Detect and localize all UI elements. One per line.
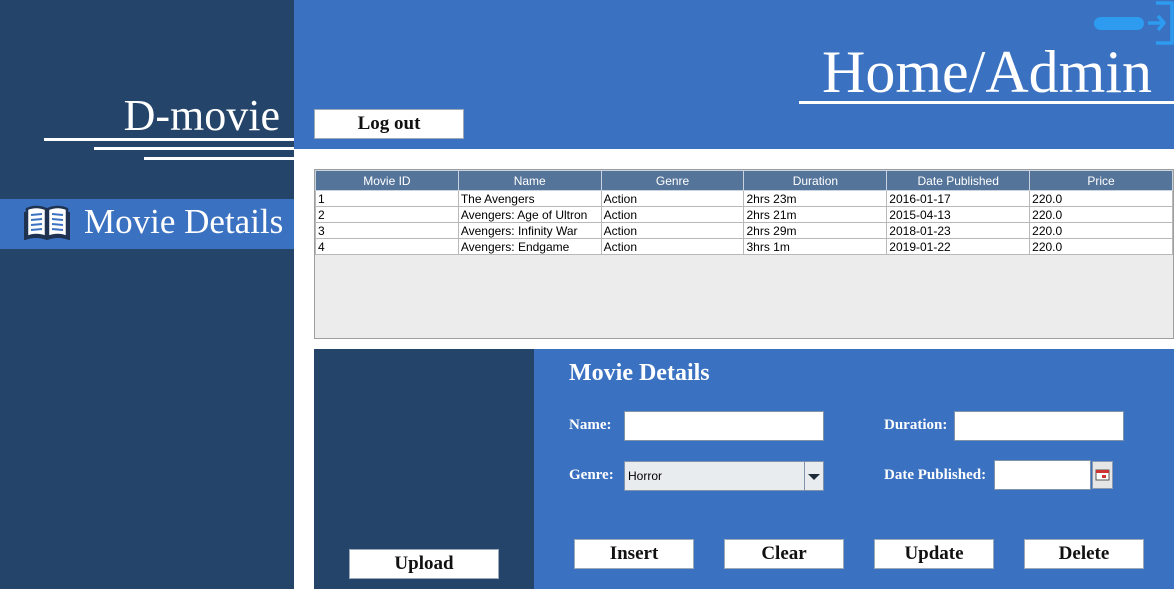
insert-button[interactable]: Insert [574, 539, 694, 569]
title-underline [799, 101, 1174, 104]
table-cell: Action [600, 238, 745, 255]
table-cell: 220.0 [1029, 222, 1173, 239]
form-title: Movie Details [569, 360, 710, 386]
sidebar-item-label: Movie Details [84, 202, 284, 241]
table-cell: 220.0 [1029, 238, 1173, 255]
table-cell: Action [600, 222, 745, 239]
table-cell: 2hrs 29m [743, 222, 888, 239]
table-cell: Action [600, 190, 745, 207]
sidebar: D-movie Movie Details [0, 0, 294, 589]
brand-underline [144, 157, 294, 160]
table-cell: 220.0 [1029, 190, 1173, 207]
delete-button[interactable]: Delete [1024, 539, 1144, 569]
table-cell: 3hrs 1m [743, 238, 888, 255]
sidebar-item-movie-details[interactable]: Movie Details [0, 199, 294, 249]
table-cell: 220.0 [1029, 206, 1173, 223]
movies-table: Movie ID Name Genre Duration Date Publis… [314, 169, 1174, 339]
table-cell: 2015-04-13 [886, 206, 1031, 223]
column-header-price[interactable]: Price [1029, 170, 1173, 191]
clear-button[interactable]: Clear [724, 539, 844, 569]
name-field[interactable] [624, 411, 824, 441]
table-cell: Avengers: Infinity War [457, 222, 602, 239]
genre-selected-value: Horror [628, 469, 663, 483]
page-title: Home/Admin [822, 39, 1152, 105]
logout-button[interactable]: Log out [314, 109, 464, 139]
table-cell: Action [600, 206, 745, 223]
minimize-toggle[interactable] [1094, 17, 1144, 30]
header: Home/Admin Log out [294, 0, 1174, 149]
column-header-duration[interactable]: Duration [743, 170, 888, 191]
duration-label: Duration: [884, 417, 948, 433]
brand-underline [94, 147, 294, 150]
genre-label: Genre: [569, 467, 614, 483]
calendar-icon[interactable] [1092, 461, 1113, 489]
brand-title: D-movie [123, 91, 280, 140]
table-row[interactable]: 1 The Avengers Action 2hrs 23m 2016-01-1… [315, 190, 1173, 207]
table-cell: 2018-01-23 [886, 222, 1031, 239]
table-cell: 4 [315, 238, 459, 255]
table-header-row: Movie ID Name Genre Duration Date Publis… [315, 170, 1173, 191]
table-row[interactable]: 2 Avengers: Age of Ultron Action 2hrs 21… [315, 206, 1173, 223]
table-row[interactable]: 4 Avengers: Endgame Action 3hrs 1m 2019-… [315, 238, 1173, 255]
table-cell: 2hrs 23m [743, 190, 888, 207]
genre-select[interactable]: Horror [624, 461, 824, 491]
date-published-label: Date Published: [884, 467, 987, 483]
table-cell: 2019-01-22 [886, 238, 1031, 255]
column-header-genre[interactable]: Genre [600, 170, 745, 191]
book-icon [24, 204, 70, 245]
table-cell: 2016-01-17 [886, 190, 1031, 207]
table-cell: 2hrs 21m [743, 206, 888, 223]
poster-panel: Upload [314, 349, 534, 589]
column-header-name[interactable]: Name [457, 170, 602, 191]
movie-details-form: Movie Details Name: Duration: Genre: Hor… [534, 349, 1174, 589]
table-cell: Avengers: Endgame [457, 238, 602, 255]
table-cell: The Avengers [457, 190, 602, 207]
update-button[interactable]: Update [874, 539, 994, 569]
chevron-down-icon[interactable] [804, 462, 823, 490]
upload-button[interactable]: Upload [349, 549, 499, 579]
table-row[interactable]: 3 Avengers: Infinity War Action 2hrs 29m… [315, 222, 1173, 239]
date-published-field[interactable] [994, 460, 1091, 490]
table-cell: 1 [315, 190, 459, 207]
column-header-movie-id[interactable]: Movie ID [315, 170, 459, 191]
column-header-date-published[interactable]: Date Published [886, 170, 1031, 191]
table-cell: 3 [315, 222, 459, 239]
brand-underline [44, 138, 294, 141]
table-cell: 2 [315, 206, 459, 223]
table-cell: Avengers: Age of Ultron [457, 206, 602, 223]
duration-field[interactable] [954, 411, 1124, 441]
name-label: Name: [569, 417, 612, 433]
